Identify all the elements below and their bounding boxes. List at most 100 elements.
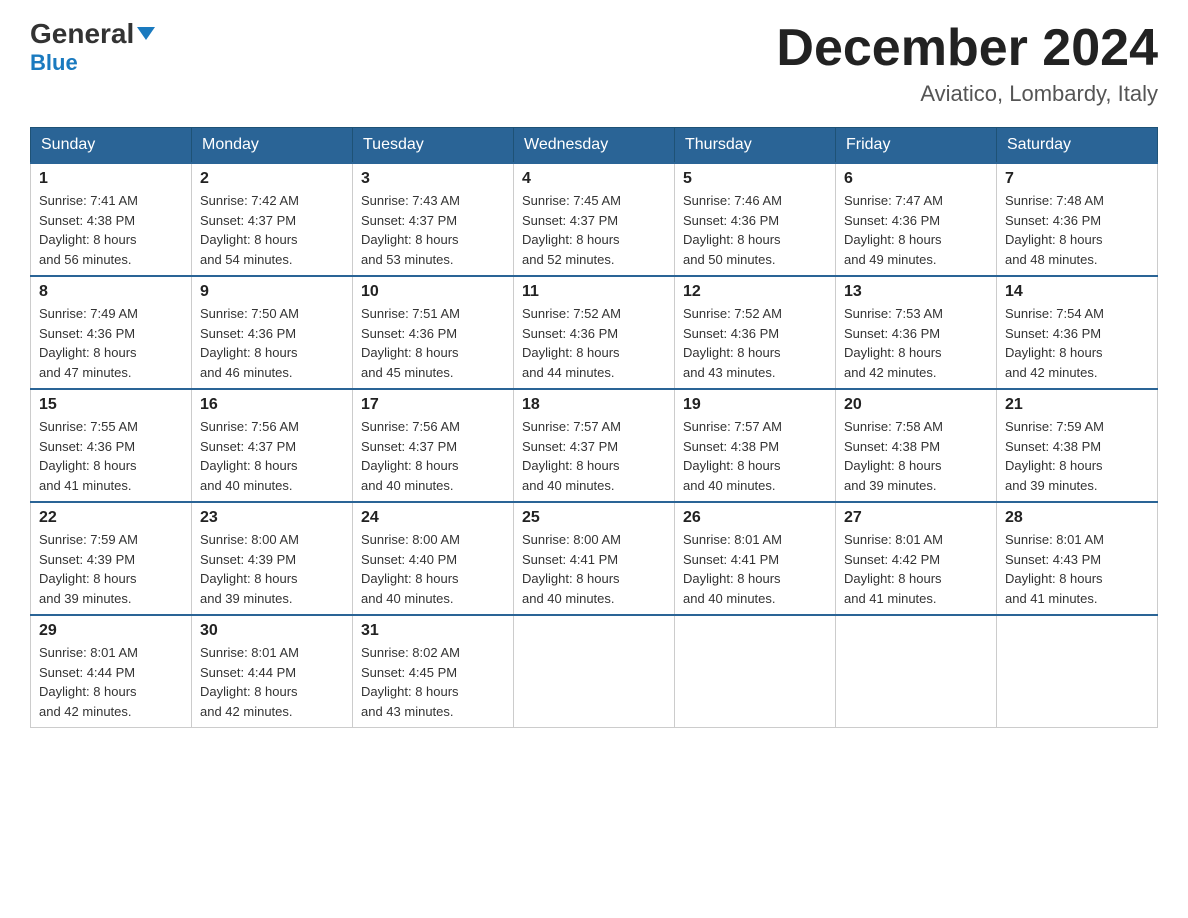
day-cell-4: 4 Sunrise: 7:45 AMSunset: 4:37 PMDaylight…	[514, 163, 675, 276]
day-info: Sunrise: 8:01 AMSunset: 4:44 PMDaylight:…	[39, 643, 183, 721]
empty-cell	[514, 615, 675, 728]
day-cell-22: 22 Sunrise: 7:59 AMSunset: 4:39 PMDayligh…	[31, 502, 192, 615]
day-header-sunday: Sunday	[31, 128, 192, 164]
day-number: 22	[39, 509, 183, 527]
day-number: 16	[200, 396, 344, 414]
day-header-wednesday: Wednesday	[514, 128, 675, 164]
day-number: 19	[683, 396, 827, 414]
day-header-tuesday: Tuesday	[353, 128, 514, 164]
day-cell-1: 1Sunrise: 7:41 AMSunset: 4:38 PMDaylight…	[31, 163, 192, 276]
day-info: Sunrise: 7:55 AMSunset: 4:36 PMDaylight:…	[39, 417, 183, 495]
day-cell-9: 9Sunrise: 7:50 AMSunset: 4:36 PMDaylight…	[192, 276, 353, 389]
day-header-friday: Friday	[836, 128, 997, 164]
week-row-2: 8 Sunrise: 7:49 AMSunset: 4:36 PMDaylight…	[31, 276, 1158, 389]
day-cell-7: 7Sunrise: 7:48 AMSunset: 4:36 PMDaylight…	[997, 163, 1158, 276]
week-row-5: 29 Sunrise: 8:01 AMSunset: 4:44 PMDayligh…	[31, 615, 1158, 728]
day-cell-2: 2 Sunrise: 7:42 AMSunset: 4:37 PMDaylight…	[192, 163, 353, 276]
day-cell-20: 20 Sunrise: 7:58 AMSunset: 4:38 PMDayligh…	[836, 389, 997, 502]
day-info: Sunrise: 7:56 AMSunset: 4:37 PMDaylight:…	[200, 417, 344, 495]
day-number: 3	[361, 170, 505, 188]
day-info: Sunrise: 7:57 AMSunset: 4:37 PMDaylight:…	[522, 417, 666, 495]
day-header-monday: Monday	[192, 128, 353, 164]
month-title: December 2024	[776, 20, 1158, 77]
day-info: Sunrise: 7:46 AMSunset: 4:36 PMDaylight:…	[683, 191, 827, 269]
day-number: 4	[522, 170, 666, 188]
day-cell-8: 8 Sunrise: 7:49 AMSunset: 4:36 PMDaylight…	[31, 276, 192, 389]
day-cell-5: 5Sunrise: 7:46 AMSunset: 4:36 PMDaylight…	[675, 163, 836, 276]
day-cell-6: 6 Sunrise: 7:47 AMSunset: 4:36 PMDaylight…	[836, 163, 997, 276]
day-number: 26	[683, 509, 827, 527]
day-info: Sunrise: 7:59 AMSunset: 4:39 PMDaylight:…	[39, 530, 183, 608]
day-number: 23	[200, 509, 344, 527]
logo-blue-text: Blue	[30, 50, 78, 76]
day-info: Sunrise: 8:01 AMSunset: 4:41 PMDaylight:…	[683, 530, 827, 608]
day-cell-17: 17Sunrise: 7:56 AMSunset: 4:37 PMDayligh…	[353, 389, 514, 502]
day-cell-29: 29 Sunrise: 8:01 AMSunset: 4:44 PMDayligh…	[31, 615, 192, 728]
day-header-thursday: Thursday	[675, 128, 836, 164]
location-text: Aviatico, Lombardy, Italy	[776, 81, 1158, 107]
empty-cell	[836, 615, 997, 728]
day-cell-12: 12Sunrise: 7:52 AMSunset: 4:36 PMDayligh…	[675, 276, 836, 389]
day-info: Sunrise: 7:53 AMSunset: 4:36 PMDaylight:…	[844, 304, 988, 382]
day-cell-23: 23 Sunrise: 8:00 AMSunset: 4:39 PMDayligh…	[192, 502, 353, 615]
day-info: Sunrise: 7:58 AMSunset: 4:38 PMDaylight:…	[844, 417, 988, 495]
day-number: 2	[200, 170, 344, 188]
day-info: Sunrise: 7:43 AMSunset: 4:37 PMDaylight:…	[361, 191, 505, 269]
day-info: Sunrise: 8:00 AMSunset: 4:41 PMDaylight:…	[522, 530, 666, 608]
day-info: Sunrise: 8:02 AMSunset: 4:45 PMDaylight:…	[361, 643, 505, 721]
day-info: Sunrise: 7:49 AMSunset: 4:36 PMDaylight:…	[39, 304, 183, 382]
day-number: 29	[39, 622, 183, 640]
day-cell-3: 3 Sunrise: 7:43 AMSunset: 4:37 PMDaylight…	[353, 163, 514, 276]
logo: General Blue	[30, 20, 155, 76]
day-info: Sunrise: 7:52 AMSunset: 4:36 PMDaylight:…	[683, 304, 827, 382]
day-cell-28: 28 Sunrise: 8:01 AMSunset: 4:43 PMDayligh…	[997, 502, 1158, 615]
day-info: Sunrise: 8:00 AMSunset: 4:39 PMDaylight:…	[200, 530, 344, 608]
empty-cell	[675, 615, 836, 728]
week-row-3: 15 Sunrise: 7:55 AMSunset: 4:36 PMDayligh…	[31, 389, 1158, 502]
day-info: Sunrise: 7:47 AMSunset: 4:36 PMDaylight:…	[844, 191, 988, 269]
day-number: 24	[361, 509, 505, 527]
day-cell-15: 15 Sunrise: 7:55 AMSunset: 4:36 PMDayligh…	[31, 389, 192, 502]
day-number: 15	[39, 396, 183, 414]
day-cell-21: 21Sunrise: 7:59 AMSunset: 4:38 PMDayligh…	[997, 389, 1158, 502]
day-info: Sunrise: 7:54 AMSunset: 4:36 PMDaylight:…	[1005, 304, 1149, 382]
day-info: Sunrise: 7:59 AMSunset: 4:38 PMDaylight:…	[1005, 417, 1149, 495]
day-cell-24: 24Sunrise: 8:00 AMSunset: 4:40 PMDayligh…	[353, 502, 514, 615]
day-cell-14: 14Sunrise: 7:54 AMSunset: 4:36 PMDayligh…	[997, 276, 1158, 389]
day-info: Sunrise: 7:45 AMSunset: 4:37 PMDaylight:…	[522, 191, 666, 269]
day-info: Sunrise: 7:42 AMSunset: 4:37 PMDaylight:…	[200, 191, 344, 269]
day-cell-18: 18 Sunrise: 7:57 AMSunset: 4:37 PMDayligh…	[514, 389, 675, 502]
day-info: Sunrise: 8:01 AMSunset: 4:43 PMDaylight:…	[1005, 530, 1149, 608]
day-info: Sunrise: 7:48 AMSunset: 4:36 PMDaylight:…	[1005, 191, 1149, 269]
day-number: 17	[361, 396, 505, 414]
day-cell-30: 30Sunrise: 8:01 AMSunset: 4:44 PMDayligh…	[192, 615, 353, 728]
week-row-1: 1Sunrise: 7:41 AMSunset: 4:38 PMDaylight…	[31, 163, 1158, 276]
page-header: General Blue December 2024 Aviatico, Lom…	[30, 20, 1158, 107]
day-info: Sunrise: 7:41 AMSunset: 4:38 PMDaylight:…	[39, 191, 183, 269]
day-cell-25: 25 Sunrise: 8:00 AMSunset: 4:41 PMDayligh…	[514, 502, 675, 615]
day-number: 8	[39, 283, 183, 301]
days-header-row: SundayMondayTuesdayWednesdayThursdayFrid…	[31, 128, 1158, 164]
day-header-saturday: Saturday	[997, 128, 1158, 164]
day-number: 11	[522, 283, 666, 301]
day-cell-11: 11 Sunrise: 7:52 AMSunset: 4:36 PMDayligh…	[514, 276, 675, 389]
day-info: Sunrise: 7:57 AMSunset: 4:38 PMDaylight:…	[683, 417, 827, 495]
day-number: 25	[522, 509, 666, 527]
day-number: 28	[1005, 509, 1149, 527]
empty-cell	[997, 615, 1158, 728]
day-cell-19: 19 Sunrise: 7:57 AMSunset: 4:38 PMDayligh…	[675, 389, 836, 502]
day-number: 10	[361, 283, 505, 301]
day-cell-27: 27Sunrise: 8:01 AMSunset: 4:42 PMDayligh…	[836, 502, 997, 615]
week-row-4: 22 Sunrise: 7:59 AMSunset: 4:39 PMDayligh…	[31, 502, 1158, 615]
day-cell-26: 26 Sunrise: 8:01 AMSunset: 4:41 PMDayligh…	[675, 502, 836, 615]
title-block: December 2024 Aviatico, Lombardy, Italy	[776, 20, 1158, 107]
day-number: 18	[522, 396, 666, 414]
day-number: 6	[844, 170, 988, 188]
day-number: 30	[200, 622, 344, 640]
calendar-table: SundayMondayTuesdayWednesdayThursdayFrid…	[30, 127, 1158, 728]
day-info: Sunrise: 7:52 AMSunset: 4:36 PMDaylight:…	[522, 304, 666, 382]
day-number: 20	[844, 396, 988, 414]
day-info: Sunrise: 7:50 AMSunset: 4:36 PMDaylight:…	[200, 304, 344, 382]
day-info: Sunrise: 8:01 AMSunset: 4:42 PMDaylight:…	[844, 530, 988, 608]
day-cell-10: 10Sunrise: 7:51 AMSunset: 4:36 PMDayligh…	[353, 276, 514, 389]
